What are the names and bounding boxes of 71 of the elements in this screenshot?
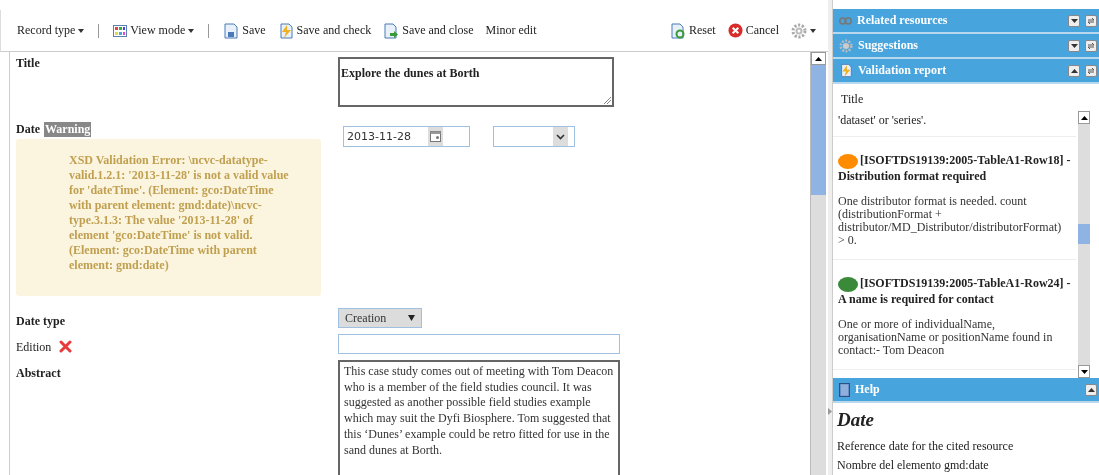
refresh-icon (1087, 16, 1095, 25)
resize-grip-icon (604, 97, 611, 104)
toggle-button[interactable] (1068, 14, 1080, 27)
refresh-icon (1087, 41, 1095, 50)
toolbar-button[interactable]: Cancel (723, 21, 783, 40)
document-bolt-icon (839, 63, 853, 78)
toolbar-button[interactable]: Reset (666, 20, 720, 41)
chevron-down-icon (556, 133, 565, 140)
rule-text: One or more of individualName, organisationName or positionName found in contact:- Tom Deacon (838, 317, 1054, 357)
document-bolt-icon (277, 22, 294, 39)
field-label: Abstract (16, 366, 61, 380)
edition-field[interactable] (338, 334, 620, 354)
warning-badge: Warning (44, 122, 92, 137)
document-refresh-icon (670, 22, 686, 39)
toolbar-button[interactable]: Save (219, 20, 270, 41)
field-label: Title (16, 56, 40, 70)
refresh-icon (1087, 66, 1095, 75)
cancel-icon (727, 23, 743, 38)
scroll-thumb[interactable] (811, 65, 826, 195)
rule-title: [ISOFTDS19139:2005-TableA1-Row18] - Distribution format required (838, 153, 1071, 183)
link-icon (839, 16, 852, 25)
save-icon (223, 22, 240, 39)
abstract-field[interactable]: This case study comes out of meeting with Tom Deacon who is a member of the field studies council. It was suggested as another possible field studies example which may suit the Dyfi Biosphere. Tom suggested that this ‘Dunes’ example could be retro fitted for use in the sand dunes at Borth. (338, 360, 620, 475)
arrow-up-icon (1080, 115, 1088, 120)
arrow-up-icon (815, 56, 822, 61)
gear-icon (839, 38, 853, 53)
date-type-dropdown[interactable]: Creation (338, 308, 422, 328)
field-label: Date type (16, 314, 65, 328)
error-message: XSD Validation Error: \ncvc-datatype-valid.1.2.1: '2013-11-28' is not a valid value for 'dateTime'. (Element: gco:DateTime with parent element: gmd:date)\ncvc-type.3.1.3: The value '2013-11-28' of element 'gco:DateTime' is not valid. (Element: gco:DateTime with parent element: gmd:date) (16, 139, 321, 296)
settings-icon (791, 22, 807, 39)
grid-icon (113, 24, 128, 37)
help-text: Reference date for the cited resource (837, 438, 1015, 455)
panel-title: Validation report (858, 63, 947, 78)
panel-title: Related resources (857, 13, 948, 28)
arrow-up-icon (1070, 68, 1078, 73)
panel-title: Suggestions (858, 38, 919, 53)
arrow-right-icon[interactable] (828, 408, 832, 415)
arrow-down-icon (1070, 18, 1078, 23)
arrow-down-icon (1080, 369, 1088, 374)
toggle-button[interactable] (1068, 64, 1080, 77)
toolbar-button[interactable]: Save and check (273, 20, 376, 41)
toolbar-button[interactable]: View mode (109, 21, 199, 40)
refresh-button[interactable] (1085, 64, 1097, 77)
calendar-icon (430, 131, 441, 142)
help-heading: Date (837, 409, 875, 431)
book-icon (839, 382, 850, 397)
date-field[interactable]: 2013-11-28 (343, 126, 470, 147)
remove-icon[interactable] (59, 340, 73, 353)
toolbar-button[interactable]: Save and close (379, 20, 478, 41)
arrow-down-icon (1070, 43, 1078, 48)
title-field[interactable]: Explore the dunes at Borth (338, 57, 614, 107)
scrollbar[interactable] (1078, 111, 1090, 378)
rule-text: 'dataset' or 'series'. (838, 113, 927, 127)
toggle-button[interactable] (1068, 39, 1080, 52)
refresh-button[interactable] (1085, 14, 1097, 27)
dropdown-arrow-icon (408, 315, 415, 321)
scrollbar[interactable] (810, 52, 826, 475)
field-label: Edition (16, 340, 52, 355)
panel-title: Help (855, 382, 880, 397)
arrow-up-icon (1087, 387, 1095, 392)
toolbar-button[interactable]: Minor edit (481, 21, 541, 40)
document-arrow-icon (383, 22, 400, 39)
help-text: Nombre del elemento gmd:date (837, 457, 990, 474)
rule-title: [ISOFTDS19139:2005-TableA1-Row24] - A name is required for contact (838, 275, 1071, 306)
toolbar-button[interactable]: Record type (13, 21, 89, 40)
field-label: Date (16, 122, 40, 137)
scroll-thumb[interactable] (1078, 224, 1090, 244)
rule-text: One distributor format is needed. count (distributionFormat + distributor/MD_Distributor/distributorFormat) > 0. (838, 194, 1063, 247)
section-heading: Title (840, 91, 865, 108)
refresh-button[interactable] (1085, 39, 1097, 52)
toggle-button[interactable] (1085, 383, 1097, 396)
